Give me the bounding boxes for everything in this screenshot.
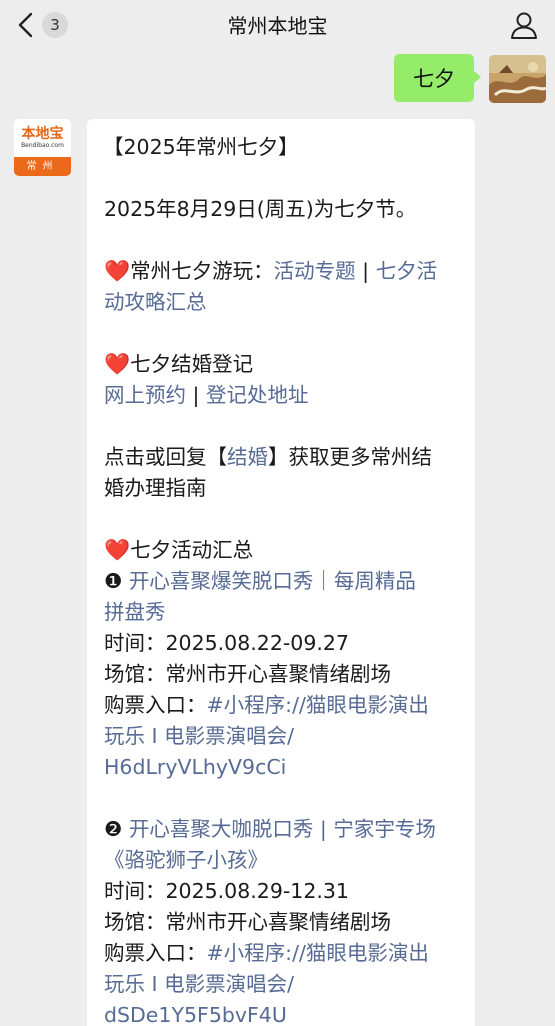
message-heading: 【2025年常州七夕】	[103, 135, 299, 159]
heart-icon: ❤️	[104, 259, 131, 283]
heart-icon: ❤️	[104, 352, 131, 376]
text-line: 网上预约 | 登记处地址	[104, 383, 309, 407]
event-2-link-cont[interactable]: 《骆驼狮子小孩》	[104, 848, 268, 872]
festival-date-text: 2025年8月29日(周五)为七夕节。	[104, 197, 417, 221]
activity-guide-link[interactable]: 七夕活	[376, 259, 438, 283]
text-line: 婚办理指南	[104, 476, 207, 500]
text-line: 拼盘秀	[103, 597, 465, 628]
reply-message-bubble: 【2025年常州七夕】 2025年8月29日(周五)为七夕节。 ❤️常州七夕游玩…	[87, 119, 475, 1026]
event-2-time: 时间：2025.08.29-12.31	[104, 879, 349, 903]
profile-icon[interactable]	[509, 10, 539, 40]
number-one-icon: ❶	[104, 569, 129, 593]
chat-title: 常州本地宝	[227, 14, 328, 38]
text-line: ❤️七夕活动汇总	[104, 538, 254, 562]
event-1-time: 时间：2025.08.22-09.27	[104, 631, 349, 655]
event-2-ticket-link-code[interactable]: dSDe1Y5F5bvF4U	[104, 1003, 287, 1026]
text-line: 点击或回复【结婚】获取更多常州结	[104, 445, 432, 469]
event-1-ticket-link[interactable]: #小程序://猫眼电影演出	[207, 693, 429, 717]
text-line: 购票入口：#小程序://猫眼电影演出	[104, 693, 429, 717]
text-line: dSDe1Y5F5bvF4U	[103, 1000, 465, 1026]
navigation-bar: 3 常州本地宝	[0, 0, 555, 50]
event-2-ticket-link[interactable]: #小程序://猫眼电影演出	[207, 941, 429, 965]
event-1-link-cont[interactable]: 拼盘秀	[104, 600, 166, 624]
registry-address-link[interactable]: 登记处地址	[206, 383, 309, 407]
text-line: 动攻略汇总	[103, 287, 465, 318]
bot-avatar[interactable]: 本地宝 Bendibao.com 常州	[14, 119, 71, 176]
own-avatar[interactable]	[489, 55, 546, 103]
activity-guide-link-cont[interactable]: 动攻略汇总	[104, 290, 207, 314]
event-1-ticket-link-cont[interactable]: 玩乐 I 电影票演唱会/	[104, 724, 294, 748]
text-line: 玩乐 I 电影票演唱会/	[103, 969, 465, 1000]
online-booking-link[interactable]: 网上预约	[104, 383, 186, 407]
text-line: 购票入口：#小程序://猫眼电影演出	[104, 941, 429, 965]
text-line: H6dLryVLhyV9cCi	[103, 752, 465, 783]
event-2-link[interactable]: 开心喜聚大咖脱口秀 | 宁家宇专场	[129, 817, 436, 841]
event-1-ticket-link-code[interactable]: H6dLryVLhyV9cCi	[104, 755, 286, 779]
event-2-ticket-link-cont[interactable]: 玩乐 I 电影票演唱会/	[104, 972, 294, 996]
text-line: 《骆驼狮子小孩》	[103, 845, 465, 876]
event-1-venue: 场馆：常州市开心喜聚情绪剧场	[104, 662, 391, 686]
painting-thumbnail-icon	[489, 55, 546, 103]
heart-icon: ❤️	[104, 538, 131, 562]
text-line: 玩乐 I 电影票演唱会/	[103, 721, 465, 752]
text-line: ❤️常州七夕游玩：活动专题 | 七夕活	[104, 259, 438, 283]
own-message-bubble[interactable]: 七夕	[394, 54, 481, 102]
event-2-venue: 场馆：常州市开心喜聚情绪剧场	[104, 910, 391, 934]
marriage-keyword-link[interactable]: 结婚	[227, 445, 268, 469]
text-line: ❤️七夕结婚登记	[104, 352, 254, 376]
event-1-link[interactable]: 开心喜聚爆笑脱口秀｜每周精品	[129, 569, 416, 593]
text-line: ❶ 开心喜聚爆笑脱口秀｜每周精品	[103, 566, 465, 597]
text-line: ❷ 开心喜聚大咖脱口秀 | 宁家宇专场	[103, 814, 465, 845]
activity-topic-link[interactable]: 活动专题	[274, 259, 356, 283]
number-two-icon: ❷	[104, 817, 129, 841]
avatar-logo: 本地宝 Bendibao.com	[14, 119, 71, 157]
